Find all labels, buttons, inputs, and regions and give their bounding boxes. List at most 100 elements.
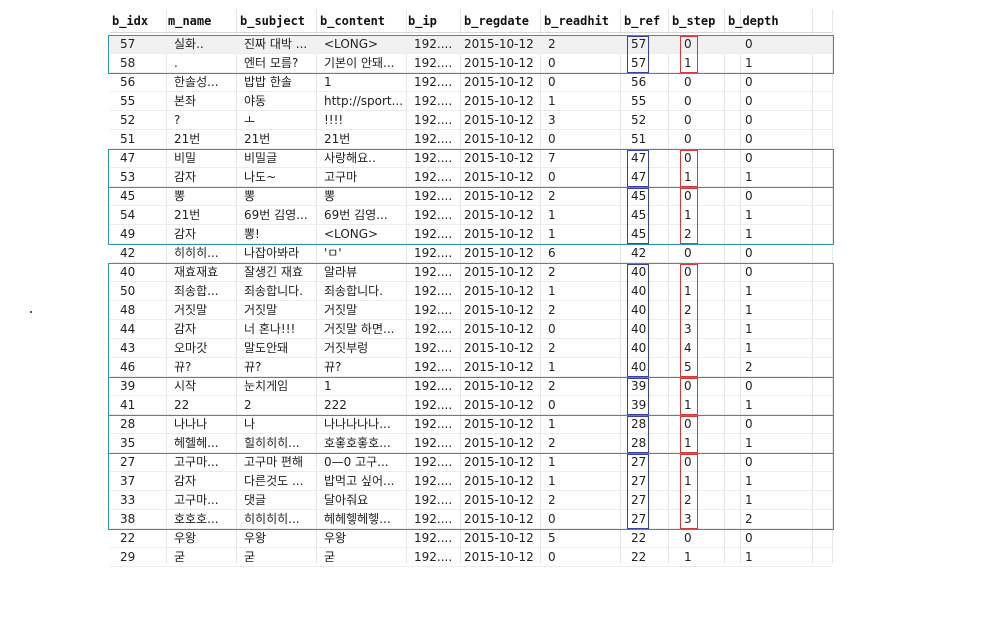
cell-b-ref[interactable]: 57 bbox=[631, 54, 646, 73]
table-row[interactable]: 46 뀨? 뀨? 뀨? 192.... 2015-10-12 1 40 5 2 bbox=[110, 358, 832, 377]
cell-b-step[interactable]: 2 bbox=[684, 301, 692, 320]
cell-b-content[interactable]: 호홓호홓호... bbox=[324, 434, 391, 453]
cell-b-subject[interactable]: 야동 bbox=[244, 92, 266, 111]
table-row[interactable]: 52? ㅗ!!!! 192.... 2015-10-12 3 52 0 0 bbox=[110, 111, 832, 130]
cell-b-subject[interactable]: 다른것도 ... bbox=[244, 472, 303, 491]
cell-m-name[interactable]: 본좌 bbox=[174, 92, 196, 111]
cell-b-depth[interactable]: 0 bbox=[745, 111, 753, 130]
cell-b-depth[interactable]: 0 bbox=[745, 453, 753, 472]
cell-b-readhit[interactable]: 0 bbox=[548, 396, 556, 415]
cell-b-depth[interactable]: 1 bbox=[745, 225, 753, 244]
cell-b-subject[interactable]: 잘생긴 재효 bbox=[244, 263, 303, 282]
header-b-idx[interactable]: b_idx bbox=[112, 12, 148, 30]
cell-b-depth[interactable]: 0 bbox=[745, 149, 753, 168]
table-row[interactable]: 48 거짓말 거짓말 거짓말 192.... 2015-10-12 2 40 2 1 bbox=[110, 301, 832, 320]
cell-m-name[interactable]: 재효재효 bbox=[174, 263, 218, 282]
cell-b-depth[interactable]: 1 bbox=[745, 396, 753, 415]
cell-b-readhit[interactable]: 2 bbox=[548, 434, 556, 453]
cell-b-idx[interactable]: 42 bbox=[120, 244, 135, 263]
cell-b-regdate[interactable]: 2015-10-12 bbox=[464, 529, 534, 548]
cell-b-ref[interactable]: 27 bbox=[631, 453, 646, 472]
cell-b-depth[interactable]: 1 bbox=[745, 491, 753, 510]
cell-b-readhit[interactable]: 2 bbox=[548, 187, 556, 206]
cell-b-content[interactable]: 뀨? bbox=[324, 358, 341, 377]
cell-b-readhit[interactable]: 5 bbox=[548, 529, 556, 548]
cell-b-ip[interactable]: 192.... bbox=[414, 187, 452, 206]
cell-b-subject[interactable]: 너 혼나!!! bbox=[244, 320, 295, 339]
cell-b-readhit[interactable]: 2 bbox=[548, 301, 556, 320]
cell-m-name[interactable]: 나나나 bbox=[174, 415, 207, 434]
cell-m-name[interactable]: 죄송합... bbox=[174, 282, 219, 301]
cell-b-regdate[interactable]: 2015-10-12 bbox=[464, 377, 534, 396]
cell-b-content[interactable]: 기본이 안돼... bbox=[324, 54, 394, 73]
cell-m-name[interactable]: 굳 bbox=[174, 548, 185, 567]
cell-b-readhit[interactable]: 2 bbox=[548, 35, 556, 54]
cell-b-step[interactable]: 4 bbox=[684, 339, 692, 358]
cell-b-depth[interactable]: 0 bbox=[745, 73, 753, 92]
cell-b-subject[interactable]: ㅗ bbox=[244, 111, 255, 130]
cell-b-ip[interactable]: 192.... bbox=[414, 225, 452, 244]
cell-m-name[interactable]: 실화.. bbox=[174, 35, 204, 54]
cell-b-step[interactable]: 0 bbox=[684, 111, 692, 130]
cell-b-subject[interactable]: 비밀글 bbox=[244, 149, 277, 168]
cell-b-regdate[interactable]: 2015-10-12 bbox=[464, 301, 534, 320]
cell-b-depth[interactable]: 1 bbox=[745, 282, 753, 301]
cell-b-ref[interactable]: 56 bbox=[631, 73, 646, 92]
cell-b-ip[interactable]: 192.... bbox=[414, 168, 452, 187]
cell-b-regdate[interactable]: 2015-10-12 bbox=[464, 92, 534, 111]
cell-b-regdate[interactable]: 2015-10-12 bbox=[464, 149, 534, 168]
cell-b-content[interactable]: 1 bbox=[324, 73, 332, 92]
cell-m-name[interactable]: 고구마... bbox=[174, 453, 219, 472]
cell-b-ip[interactable]: 192.... bbox=[414, 510, 452, 529]
cell-b-step[interactable]: 0 bbox=[684, 92, 692, 111]
cell-b-content[interactable]: 알라뷰 bbox=[324, 263, 357, 282]
cell-b-regdate[interactable]: 2015-10-12 bbox=[464, 111, 534, 130]
cell-b-ref[interactable]: 28 bbox=[631, 415, 646, 434]
cell-b-ref[interactable]: 40 bbox=[631, 339, 646, 358]
cell-b-ref[interactable]: 27 bbox=[631, 491, 646, 510]
cell-b-idx[interactable]: 49 bbox=[120, 225, 135, 244]
cell-b-regdate[interactable]: 2015-10-12 bbox=[464, 415, 534, 434]
cell-m-name[interactable]: 우왕 bbox=[174, 529, 196, 548]
cell-b-regdate[interactable]: 2015-10-12 bbox=[464, 320, 534, 339]
cell-b-depth[interactable]: 1 bbox=[745, 548, 753, 567]
cell-b-content[interactable]: 달아줘요 bbox=[324, 491, 368, 510]
cell-b-idx[interactable]: 37 bbox=[120, 472, 135, 491]
cell-b-idx[interactable]: 38 bbox=[120, 510, 135, 529]
cell-b-step[interactable]: 5 bbox=[684, 358, 692, 377]
cell-b-subject[interactable]: 2 bbox=[244, 396, 252, 415]
cell-b-subject[interactable]: 뀨? bbox=[244, 358, 261, 377]
table-row[interactable]: 37 감자 다른것도 ... 밥먹고 싶어... 192.... 2015-10-12 1 2… bbox=[110, 472, 832, 491]
cell-b-subject[interactable]: 거짓말 bbox=[244, 301, 277, 320]
cell-b-regdate[interactable]: 2015-10-12 bbox=[464, 225, 534, 244]
cell-b-content[interactable]: 굳 bbox=[324, 548, 335, 567]
cell-b-ref[interactable]: 45 bbox=[631, 206, 646, 225]
cell-b-step[interactable]: 0 bbox=[684, 415, 692, 434]
cell-b-subject[interactable]: 69번 김영... bbox=[244, 206, 308, 225]
cell-b-ref[interactable]: 40 bbox=[631, 282, 646, 301]
cell-b-readhit[interactable]: 2 bbox=[548, 491, 556, 510]
cell-b-content[interactable]: 21번 bbox=[324, 130, 350, 149]
cell-m-name[interactable]: 거짓말 bbox=[174, 301, 207, 320]
cell-b-step[interactable]: 0 bbox=[684, 35, 692, 54]
cell-b-depth[interactable]: 1 bbox=[745, 339, 753, 358]
cell-b-content[interactable]: 사랑해요.. bbox=[324, 149, 376, 168]
cell-b-ip[interactable]: 192.... bbox=[414, 206, 452, 225]
cell-b-depth[interactable]: 2 bbox=[745, 510, 753, 529]
table-row[interactable]: 29 굳 굳 굳 192.... 2015-10-12 0 22 1 1 bbox=[110, 548, 832, 567]
cell-b-idx[interactable]: 40 bbox=[120, 263, 135, 282]
table-row[interactable]: 51 21번 21번 21번 192.... 2015-10-12 0 51 0 0 bbox=[110, 130, 832, 149]
cell-b-ip[interactable]: 192.... bbox=[414, 415, 452, 434]
cell-b-content[interactable]: <LONG> bbox=[324, 225, 378, 244]
cell-b-ip[interactable]: 192.... bbox=[414, 301, 452, 320]
cell-b-regdate[interactable]: 2015-10-12 bbox=[464, 453, 534, 472]
cell-b-depth[interactable]: 0 bbox=[745, 187, 753, 206]
header-b-ref[interactable]: b_ref bbox=[624, 12, 660, 30]
header-b-readhit[interactable]: b_readhit bbox=[544, 12, 609, 30]
cell-b-readhit[interactable]: 1 bbox=[548, 92, 556, 111]
cell-b-subject[interactable]: 엔터 모름? bbox=[244, 54, 298, 73]
table-row[interactable]: 53 감자 나도~ 고구마 192.... 2015-10-12 0 47 1 1 bbox=[110, 168, 832, 187]
cell-b-ip[interactable]: 192.... bbox=[414, 339, 452, 358]
cell-m-name[interactable]: ? bbox=[174, 111, 180, 130]
cell-m-name[interactable]: 22 bbox=[174, 396, 189, 415]
